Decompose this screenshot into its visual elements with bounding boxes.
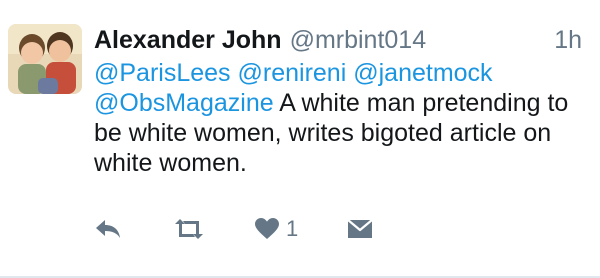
- direct-message-button[interactable]: [346, 214, 374, 244]
- tweet-actions: 1: [94, 214, 494, 244]
- mention-link[interactable]: @ObsMagazine: [94, 89, 274, 117]
- timestamp[interactable]: 1h: [554, 24, 582, 56]
- mention-link[interactable]: @renireni: [238, 59, 347, 87]
- retweet-button[interactable]: [172, 214, 206, 244]
- envelope-icon: [347, 219, 373, 238]
- reply-icon: [96, 220, 120, 238]
- tweet-text: @ParisLees @renireni @janetmock @ObsMaga…: [94, 58, 584, 178]
- reply-button[interactable]: [94, 214, 122, 244]
- tweet-card[interactable]: Alexander John @mrbint014 1h @ParisLees @…: [0, 0, 600, 278]
- retweet-icon: [175, 219, 203, 239]
- tweet-header: Alexander John @mrbint014: [94, 24, 426, 56]
- like-button[interactable]: 1: [254, 214, 298, 244]
- author-name[interactable]: Alexander John: [94, 26, 282, 54]
- mention-link[interactable]: @janetmock: [353, 59, 492, 87]
- mention-link[interactable]: @ParisLees: [94, 59, 231, 87]
- avatar-photo: [8, 24, 82, 94]
- heart-icon: [255, 218, 279, 239]
- author-handle[interactable]: @mrbint014: [290, 26, 427, 54]
- like-count: 1: [286, 216, 299, 241]
- avatar[interactable]: [8, 24, 82, 94]
